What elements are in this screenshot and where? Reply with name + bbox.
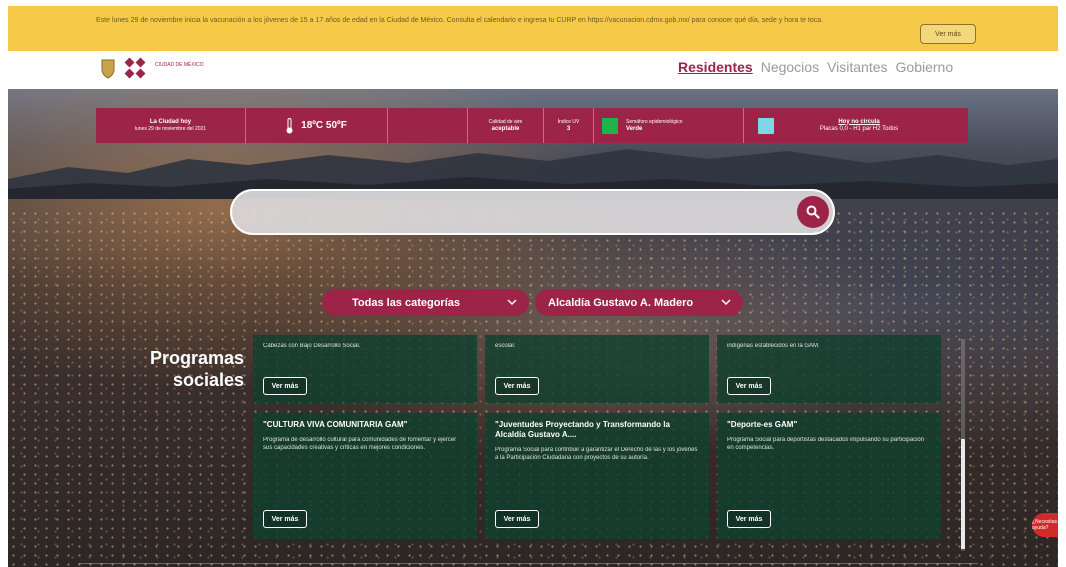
program-more-button[interactable]: Ver más (495, 377, 539, 395)
program-more-button[interactable]: Ver más (263, 510, 307, 528)
site-header: CIUDAD DE MÉXICO Residentes Negocios Vis… (8, 51, 1058, 89)
temperature-value: 18ºC 50ºF (301, 120, 347, 131)
city-today-label: La Ciudad hoy (149, 118, 192, 125)
air-quality-cell: Calidad de aire aceptable (468, 108, 544, 143)
program-card-desc: Programa Social para deportistas destaca… (727, 437, 925, 451)
thermometer-icon (286, 117, 293, 133)
city-today-date: lunes 29 de noviembre del 2021 (134, 125, 207, 132)
divider (78, 563, 978, 564)
traffic-cell: Hoy no circula Placas 0,0 - H1 par H2 To… (744, 108, 968, 143)
program-more-button[interactable]: Ver más (727, 510, 771, 528)
search-icon (806, 205, 820, 219)
category-select[interactable]: Todas las categorías (322, 289, 529, 316)
uv-value: 3 (566, 125, 571, 132)
uv-cell: Índice UV 3 (544, 108, 594, 143)
nav-negocios[interactable]: Negocios (761, 59, 819, 75)
program-card-title[interactable]: "CULTURA VIVA COMUNITARIA GAM" (263, 420, 467, 430)
program-card-desc: Programa de desarrollo cultural para com… (263, 437, 457, 451)
search-input[interactable] (250, 201, 774, 225)
alcaldia-select[interactable]: Alcaldía Gustavo A. Madero (535, 289, 743, 316)
program-more-button[interactable]: Ver más (495, 510, 539, 528)
uv-label: Índice UV (557, 118, 580, 125)
hero-section: La Ciudad hoy lunes 29 de noviembre del … (8, 89, 1058, 567)
nav-gobierno[interactable]: Gobierno (896, 59, 954, 75)
banner-text: Este lunes 29 de noviembre inicia la vac… (96, 17, 824, 24)
program-card-title[interactable]: "Deporte-es GAM" (727, 420, 931, 430)
hoy-no-circula-link[interactable]: Hoy no circula (784, 119, 934, 126)
semaforo-value: Verde (626, 125, 643, 132)
program-card-desc: Cabezas con Bajo Desarrollo Social. (263, 343, 361, 349)
traffic-color-indicator (758, 117, 774, 134)
search-box[interactable] (230, 189, 835, 235)
programs-title: Programas sociales (149, 348, 244, 390)
program-more-button[interactable]: Ver más (727, 377, 771, 395)
chevron-down-icon (721, 299, 731, 306)
program-card: Cabezas con Bajo Desarrollo Social. Ver … (253, 335, 477, 403)
nav-visitantes[interactable]: Visitantes (827, 59, 887, 75)
program-card: escolar. Ver más (485, 335, 709, 403)
program-card: "Deporte-es GAM" Programa Social para de… (717, 413, 941, 539)
program-card: indígenas establecidos en la GAM. Ver má… (717, 335, 941, 403)
search-button[interactable] (797, 196, 829, 228)
traffic-plates-text: Placas 0,0 - H1 par H2 Todos (819, 125, 899, 132)
logo-text: CIUDAD DE MÉXICO (155, 62, 204, 68)
help-chat-button[interactable]: ¿Necesitas ayuda? (1032, 513, 1058, 537)
city-info-bar: La Ciudad hoy lunes 29 de noviembre del … (96, 108, 968, 143)
program-card-desc: Programa Social para contribuir a garant… (495, 447, 698, 461)
program-card-title[interactable]: "Juventudes Proyectando y Transformando … (495, 420, 699, 440)
category-select-label: Todas las categorías (352, 296, 461, 309)
shield-icon (101, 59, 115, 79)
nav-residentes[interactable]: Residentes (678, 59, 753, 75)
semaforo-label: Semáforo epidemiológico (626, 118, 683, 125)
vaccination-banner: Este lunes 29 de noviembre inicia la vac… (8, 6, 1058, 51)
air-quality-value: aceptable (491, 125, 520, 132)
cdmx-logo-icon[interactable] (123, 57, 149, 81)
programs-scrollbar[interactable] (961, 339, 965, 551)
city-today-cell: La Ciudad hoy lunes 29 de noviembre del … (96, 108, 246, 143)
semaforo-color-indicator (602, 117, 618, 134)
programs-scrollbar-thumb[interactable] (961, 439, 965, 549)
program-card-desc: indígenas establecidos en la GAM. (727, 343, 820, 349)
banner-more-button[interactable]: Ver más (920, 24, 976, 44)
program-more-button[interactable]: Ver más (263, 377, 307, 395)
alcaldia-select-label: Alcaldía Gustavo A. Madero (548, 296, 694, 309)
air-quality-label: Calidad de aire (488, 118, 523, 125)
temperature-cell: 18ºC 50ºF (246, 108, 388, 143)
program-card-desc: escolar. (495, 343, 516, 349)
semaforo-cell: Semáforo epidemiológico Verde (594, 108, 744, 143)
main-nav: Residentes Negocios Visitantes Gobierno (678, 59, 953, 75)
chevron-down-icon (507, 299, 517, 306)
program-card: "CULTURA VIVA COMUNITARIA GAM" Programa … (253, 413, 477, 539)
program-card: "Juventudes Proyectando y Transformando … (485, 413, 709, 539)
empty-cell (388, 108, 468, 143)
